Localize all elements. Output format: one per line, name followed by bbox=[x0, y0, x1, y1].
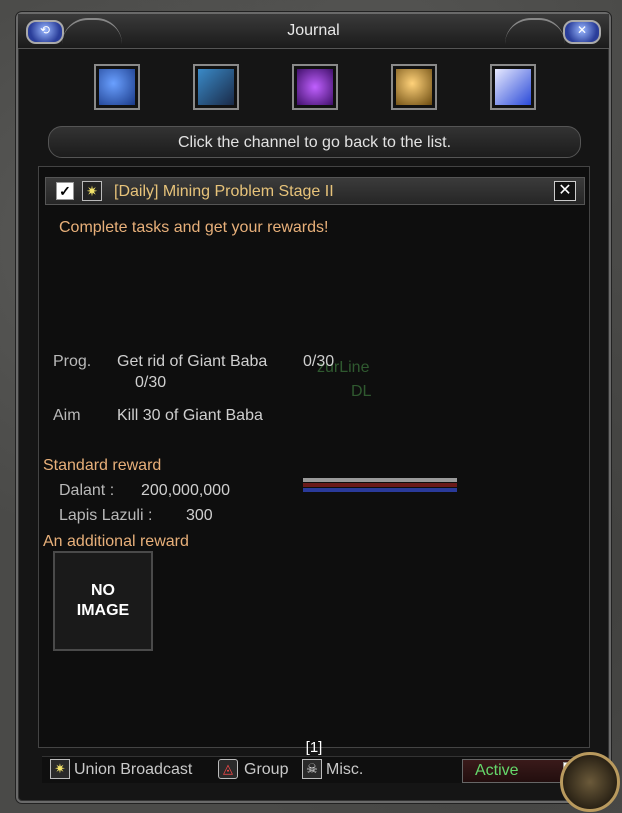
hint-text: Click the channel to go back to the list… bbox=[177, 134, 452, 151]
npc-chat-channel-icon bbox=[198, 69, 234, 105]
quest-header: ✓ ✷ [Daily] Mining Problem Stage II ✕ bbox=[45, 177, 585, 205]
page-indicator: [1] bbox=[305, 739, 323, 756]
channel-satellite-button[interactable] bbox=[94, 64, 140, 110]
additional-reward-label: An additional reward bbox=[43, 533, 189, 550]
progress-count-2: 0/30 bbox=[135, 374, 167, 391]
channel-orb-button[interactable] bbox=[391, 64, 437, 110]
quest-close-button[interactable]: ✕ bbox=[554, 181, 576, 201]
golden-orb-channel-icon bbox=[396, 69, 432, 105]
close-orb-button[interactable]: ✕ bbox=[563, 20, 601, 44]
quest-title: [Daily] Mining Problem Stage II bbox=[114, 183, 334, 200]
no-image-text-1: NO bbox=[91, 582, 115, 599]
progress-task: Get rid of Giant Baba bbox=[117, 353, 268, 370]
standard-reward-label: Standard reward bbox=[43, 457, 162, 474]
satellite-channel-icon bbox=[99, 69, 135, 105]
aim-text: Kill 30 of Giant Baba bbox=[117, 407, 263, 424]
quest-detail-panel: ✓ ✷ [Daily] Mining Problem Stage II ✕ Co… bbox=[38, 166, 590, 756]
reward-value-lapis: 300 bbox=[186, 507, 213, 524]
progress-label: Prog. bbox=[53, 353, 92, 370]
reward-name-lapis: Lapis Lazuli : bbox=[59, 507, 153, 524]
reward-name-dalant: Dalant : bbox=[59, 482, 115, 499]
channel-filter-bar: ✷ Union Broadcast ◬ Group ☠ Misc. Active… bbox=[42, 756, 590, 783]
book-channel-icon bbox=[495, 69, 531, 105]
aim-label: Aim bbox=[53, 407, 81, 424]
misc-icon[interactable]: ☠ bbox=[302, 759, 322, 779]
active-label: Active bbox=[475, 762, 519, 779]
misc-filter[interactable]: Misc. bbox=[326, 761, 363, 779]
journal-window: ⟲ Journal ✕ Click the channel to go back… bbox=[16, 12, 611, 803]
close-icon: ✕ bbox=[576, 23, 588, 37]
purple-gem-channel-icon bbox=[297, 69, 333, 105]
channel-npc-button[interactable] bbox=[193, 64, 239, 110]
background-hp-bar bbox=[303, 477, 457, 499]
additional-reward-slot[interactable]: NO IMAGE bbox=[53, 551, 153, 651]
title-bar: ⟲ Journal ✕ bbox=[18, 14, 609, 49]
group-filter[interactable]: Group bbox=[244, 761, 288, 779]
background-guild-text: DL bbox=[351, 383, 372, 400]
union-sun-icon: ✷ bbox=[82, 181, 102, 201]
quest-description: Complete tasks and get your rewards! bbox=[59, 219, 329, 236]
channel-gem-button[interactable] bbox=[292, 64, 338, 110]
union-broadcast-icon[interactable]: ✷ bbox=[50, 759, 70, 779]
union-broadcast-filter[interactable]: Union Broadcast bbox=[74, 761, 192, 779]
no-image-text-2: IMAGE bbox=[76, 602, 130, 619]
channel-book-button[interactable] bbox=[490, 64, 536, 110]
progress-count-1: 0/30 bbox=[303, 353, 335, 370]
hint-bar: Click the channel to go back to the list… bbox=[48, 126, 581, 158]
group-icon[interactable]: ◬ bbox=[218, 759, 238, 779]
reward-value-dalant: 200,000,000 bbox=[141, 482, 230, 499]
quest-track-checkbox[interactable]: ✓ bbox=[56, 182, 74, 200]
game-emblem-icon[interactable] bbox=[560, 752, 620, 812]
